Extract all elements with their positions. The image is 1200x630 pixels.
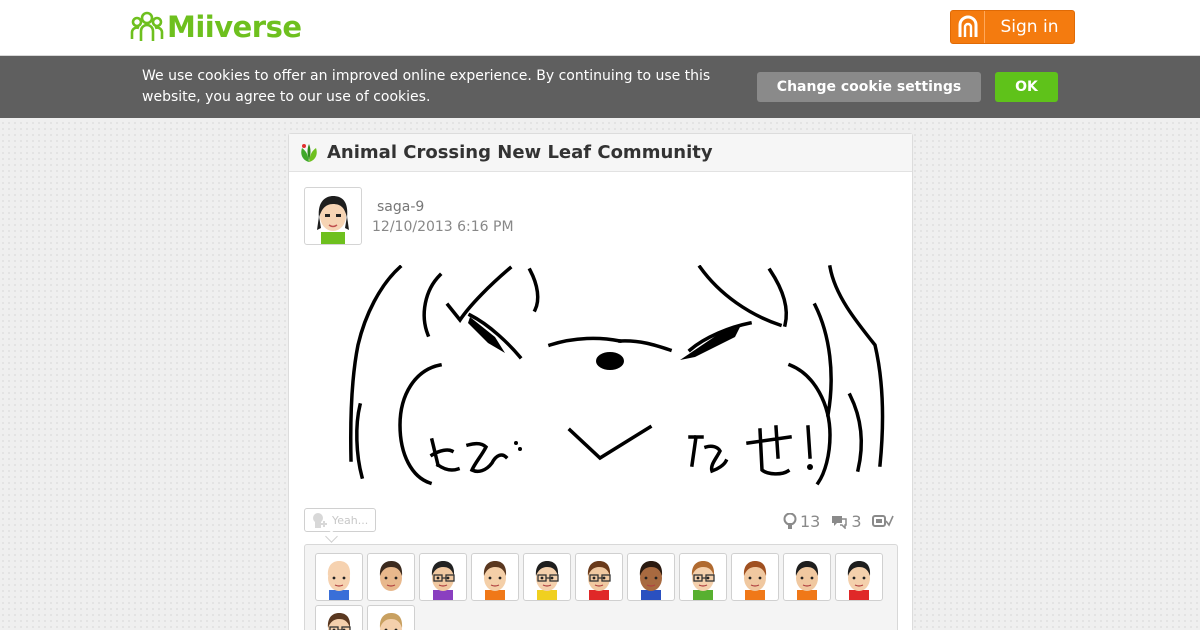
post-drawing [320, 265, 885, 488]
played-icon [871, 515, 894, 527]
comment-icon [832, 516, 848, 529]
miiverse-logo-icon [130, 11, 164, 41]
yeah-add-icon [313, 513, 327, 528]
yeah-avatar[interactable] [523, 553, 571, 601]
played-indicator [871, 513, 894, 529]
change-cookie-settings-button[interactable]: Change cookie settings [757, 72, 981, 102]
yeah-avatars-grid [315, 553, 895, 630]
miiverse-logo[interactable]: Miiverse [129, 10, 302, 44]
mii-face-icon [795, 561, 819, 600]
mii-face-icon [691, 561, 715, 600]
cookie-ok-button[interactable]: OK [995, 72, 1058, 102]
site-header: Miiverse Sign in [0, 0, 1200, 56]
yeah-count-value: 13 [800, 511, 821, 531]
sign-in-label: Sign in [1000, 17, 1059, 37]
sign-in-button[interactable]: Sign in [950, 10, 1075, 44]
comment-count: 3 [830, 511, 862, 531]
mii-face-icon [483, 561, 507, 600]
comment-count-value: 3 [851, 511, 862, 531]
mii-face-icon [535, 561, 559, 600]
community-header[interactable]: Animal Crossing New Leaf Community [289, 134, 912, 172]
mii-face-icon [847, 561, 871, 600]
post-stats: 13 3 [783, 511, 900, 531]
mii-face-icon [379, 561, 403, 600]
logo-text: Miiverse [167, 10, 302, 44]
yeah-avatar[interactable] [315, 553, 363, 601]
post-card: Animal Crossing New Leaf Community saga-… [288, 133, 913, 630]
yeah-button[interactable]: Yeah... [304, 508, 376, 532]
yeah-avatar[interactable] [367, 605, 415, 630]
yeah-avatar[interactable] [627, 553, 675, 601]
yeah-count: 13 [783, 512, 820, 531]
mii-face-icon [379, 613, 403, 630]
yeah-avatar[interactable] [575, 553, 623, 601]
yeah-icon [783, 513, 797, 529]
yeah-avatar[interactable] [835, 553, 883, 601]
mii-face-icon [327, 613, 351, 630]
leaf-icon [301, 143, 317, 162]
yeah-avatar[interactable] [679, 553, 727, 601]
mii-face-icon [587, 561, 611, 600]
mii-face-icon [431, 561, 455, 600]
yeah-avatar[interactable] [783, 553, 831, 601]
cookie-message: We use cookies to offer an improved onli… [142, 68, 711, 105]
mii-face-icon [743, 561, 767, 600]
yeah-avatar[interactable] [731, 553, 779, 601]
community-title: Animal Crossing New Leaf Community [327, 142, 713, 163]
mii-face-icon [317, 196, 349, 244]
nintendo-network-icon [951, 11, 985, 43]
yeah-label: Yeah... [332, 513, 369, 527]
cookie-banner: We use cookies to offer an improved onli… [0, 56, 1200, 118]
post-timestamp: 12/10/2013 6:16 PM [372, 219, 514, 235]
yeah-avatars-box [304, 544, 898, 630]
poster-username[interactable]: saga-9 [377, 199, 424, 215]
poster-avatar[interactable] [304, 187, 362, 245]
yeah-avatar[interactable] [471, 553, 519, 601]
mii-face-icon [327, 561, 351, 600]
yeah-avatar[interactable] [367, 553, 415, 601]
yeah-avatar[interactable] [315, 605, 363, 630]
mii-face-icon [639, 561, 663, 600]
yeah-avatar[interactable] [419, 553, 467, 601]
